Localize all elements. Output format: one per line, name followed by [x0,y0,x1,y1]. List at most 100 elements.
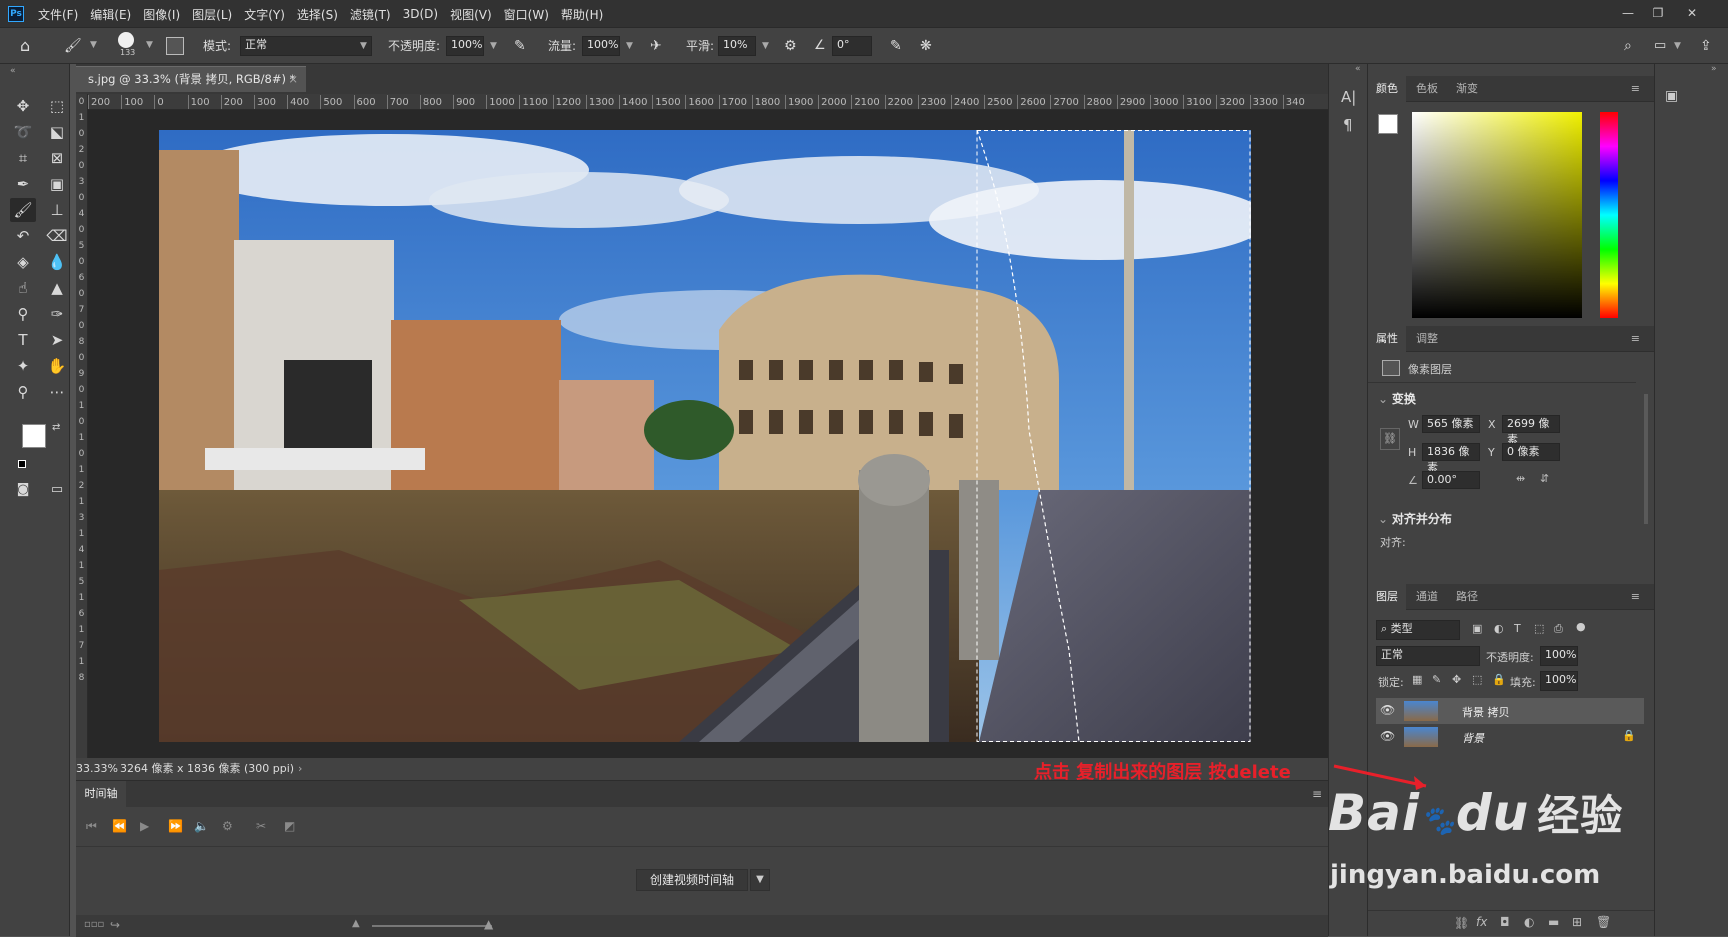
new-group-icon[interactable]: ▬ [1548,915,1559,929]
dodge-tool-icon[interactable]: ⚲ [10,302,36,326]
swap-colors-icon[interactable]: ⇄ [52,422,60,433]
timeline-mode-dropdown[interactable]: ▼ [750,869,770,891]
hand-tool-icon[interactable]: ✋ [44,354,70,378]
flow-input[interactable]: 100% [582,36,620,56]
path-select-tool-icon[interactable]: ➤ [44,328,70,352]
align-section-title[interactable]: ⌄ 对齐并分布 [1378,510,1452,527]
quick-mask-icon[interactable]: ◙ [10,478,36,502]
menu-window[interactable]: 窗口(W) [504,6,549,23]
filter-smart-object-icon[interactable]: ⎙ [1554,622,1563,636]
expand-icon[interactable]: » [1711,64,1717,74]
zoom-out-icon[interactable]: ▲ [352,918,360,929]
panel-menu-icon[interactable]: ≡ [1623,326,1648,352]
brush-preview-icon[interactable] [118,32,134,48]
new-layer-icon[interactable]: ⊞ [1572,915,1582,929]
airbrush-icon[interactable]: ✈ [650,37,662,55]
timeline-zoom-slider[interactable] [372,925,492,927]
lock-position-icon[interactable]: ✥ [1452,673,1461,686]
type-tool-icon[interactable]: T [10,328,36,352]
smudge-tool-icon[interactable]: ☝ [10,276,36,300]
color-field[interactable] [1412,112,1582,318]
properties-scrollbar[interactable] [1644,394,1648,524]
close-tab-icon[interactable]: × [288,67,298,91]
brush-panel-toggle-icon[interactable] [166,37,184,55]
chevron-down-icon[interactable]: ▼ [490,41,497,51]
layer-row[interactable]: 👁 背景 🔒 [1376,724,1644,750]
blur-tool-icon[interactable]: 💧 [44,250,70,274]
layer-row[interactable]: 👁 背景 拷贝 [1376,698,1644,724]
convert-icon[interactable]: ↪ [110,918,120,932]
zoom-tool-icon[interactable]: ⚲ [10,380,36,404]
tab-paths[interactable]: 路径 [1448,584,1486,610]
filter-pixel-icon[interactable]: ▣ [1472,622,1482,635]
brush-tool-icon[interactable]: 🖌 [10,198,36,222]
filter-toggle-icon[interactable]: ● [1576,620,1586,633]
chevron-down-icon[interactable]: ▼ [626,41,633,51]
eyedropper-tool-icon[interactable]: ✒ [10,172,36,196]
angle-input[interactable]: 0° [832,36,872,56]
chevron-down-icon[interactable]: ▼ [762,41,769,51]
document-image[interactable] [159,130,1251,742]
zoom-in-icon[interactable]: ▲ [484,917,493,931]
status-menu-arrow-icon[interactable]: › [298,758,302,780]
brush-tool-icon[interactable]: 🖌 [64,37,82,55]
panel-menu-icon[interactable]: ≡ [1623,76,1648,102]
workspace-icon[interactable]: ▭ [1654,37,1666,55]
link-layers-icon[interactable]: ⛓ [1454,916,1469,930]
hue-slider[interactable] [1600,112,1618,318]
history-brush-tool-icon[interactable]: ↶ [10,224,36,248]
paragraph-panel-icon[interactable]: ¶ [1343,116,1353,134]
home-icon[interactable]: ⌂ [20,37,30,55]
lock-artboard-icon[interactable]: ⬚ [1472,673,1482,686]
search-icon[interactable]: ⌕ [1624,37,1632,55]
tab-channels[interactable]: 通道 [1408,584,1446,610]
pressure-size-icon[interactable]: ✎ [890,37,902,55]
foreground-color-swatch[interactable] [22,424,46,448]
width-input[interactable]: 565 像素 [1422,415,1480,433]
layer-name[interactable]: 背景 [1462,730,1484,746]
lock-transparent-icon[interactable]: ▦ [1412,673,1422,686]
default-colors-icon[interactable] [18,460,26,468]
transform-section-title[interactable]: ⌄ 变换 [1378,390,1416,407]
x-input[interactable]: 2699 像素 [1502,415,1560,446]
filter-shape-icon[interactable]: ⬚ [1534,622,1544,635]
flip-vertical-icon[interactable]: ⇵ [1540,472,1549,485]
tab-gradients[interactable]: 渐变 [1448,76,1486,102]
fx-icon[interactable]: fx [1476,915,1487,929]
filter-type-icon[interactable]: T [1514,622,1521,635]
menu-edit[interactable]: 编辑(E) [90,6,131,23]
layer-opacity-input[interactable]: 100% [1540,646,1578,666]
move-tool-icon[interactable]: ✥ [10,94,36,118]
height-input[interactable]: 1836 像素 [1422,443,1480,474]
visibility-eye-icon[interactable]: 👁 [1380,729,1395,743]
stamp-tool-icon[interactable]: ⊥ [44,198,70,222]
smoothing-input[interactable]: 10% [718,36,756,56]
chevron-down-icon[interactable]: ▼ [1674,41,1681,51]
collapse-icon[interactable]: « [10,66,16,76]
expand-icon[interactable]: « [1355,64,1361,74]
prev-frame-icon[interactable]: ⏪ [112,819,127,833]
panel-menu-icon[interactable]: ≡ [1623,584,1648,610]
menu-view[interactable]: 视图(V) [450,6,492,23]
symmetry-icon[interactable]: ❋ [920,37,932,55]
chevron-down-icon[interactable]: ▼ [146,40,153,50]
pressure-opacity-icon[interactable]: ✎ [514,37,526,55]
play-icon[interactable]: ▶ [140,819,149,833]
layer-filter-kind[interactable]: ⌕ 类型 [1376,620,1460,640]
3d-material-tool-icon[interactable]: ▣ [44,172,70,196]
gear-icon[interactable]: ⚙ [784,37,797,55]
y-input[interactable]: 0 像素 [1502,443,1560,461]
tab-layers[interactable]: 图层 [1368,584,1406,610]
transition-icon[interactable]: ◩ [284,819,295,833]
visibility-eye-icon[interactable]: 👁 [1380,703,1395,717]
opacity-input[interactable]: 100% [446,36,484,56]
fill-input[interactable]: 100% [1540,671,1578,691]
restore-button[interactable]: ❐ [1646,4,1670,22]
more-tools-icon[interactable]: ⋯ [44,380,70,404]
menu-image[interactable]: 图像(I) [143,6,180,23]
chevron-down-icon[interactable]: ▼ [90,40,97,50]
menu-help[interactable]: 帮助(H) [561,6,603,23]
marquee-tool-icon[interactable]: ⬚ [44,94,70,118]
tab-adjustments[interactable]: 调整 [1408,326,1446,352]
document-tab[interactable]: s.jpg @ 33.3% (背景 拷贝, RGB/8#) * × [76,66,306,92]
